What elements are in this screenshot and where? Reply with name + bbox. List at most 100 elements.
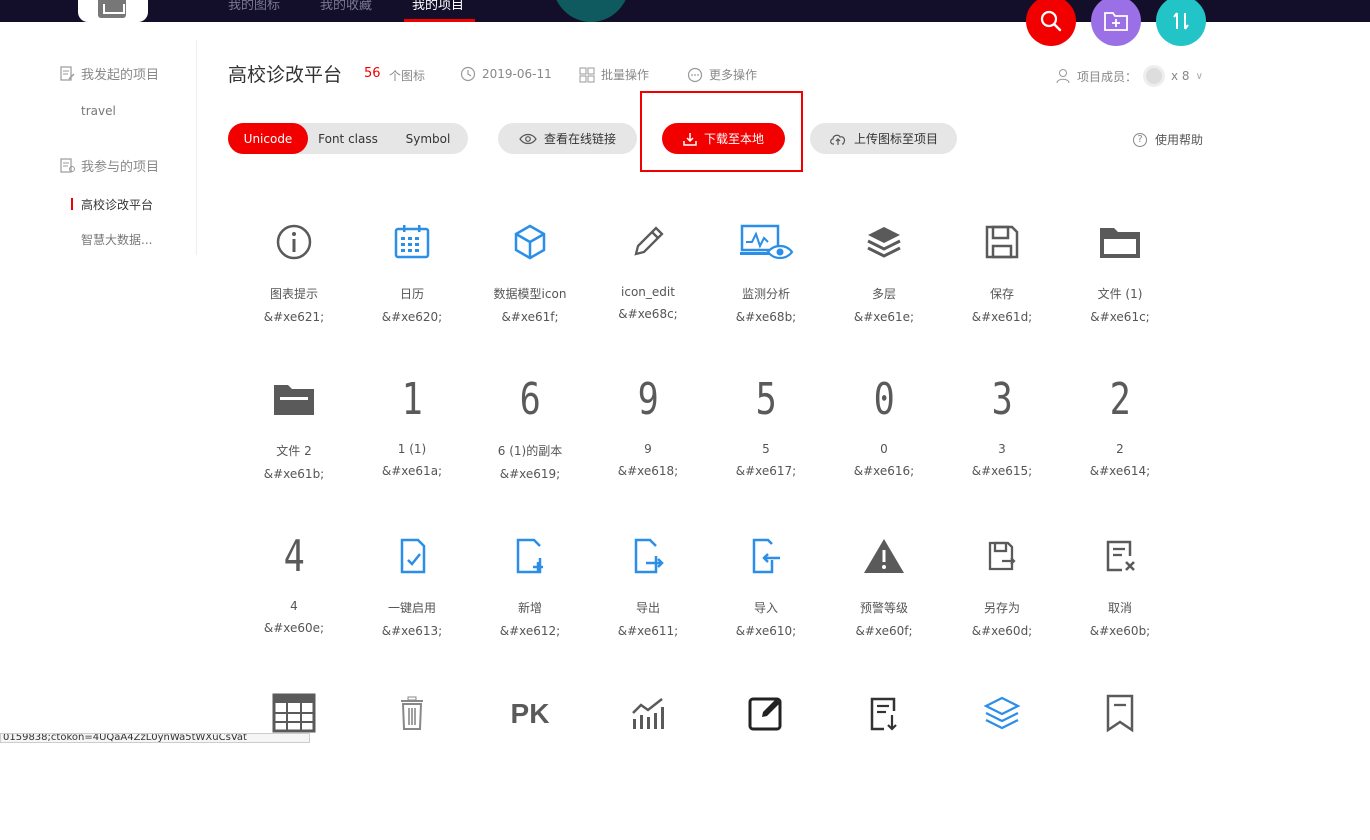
project-members[interactable]: 项目成员： x 8 ∨ <box>1055 65 1203 87</box>
folder-plus-icon <box>1104 12 1128 31</box>
icon-code: &#xe617; <box>735 464 797 478</box>
icon-name: 4 <box>290 599 298 613</box>
batch-operations-button[interactable]: 批量操作 <box>579 66 649 83</box>
icon-card[interactable]: 6 6 (1)的副本 &#xe619; <box>471 369 589 526</box>
icon-card[interactable]: 0 0 &#xe616; <box>825 369 943 526</box>
icon-code: &#xe60e; <box>263 621 325 635</box>
icon-card[interactable] <box>235 683 353 840</box>
digit-glyph: 2 <box>1109 373 1131 425</box>
icon-code: &#xe616; <box>853 464 915 478</box>
tab-symbol[interactable]: Symbol <box>388 123 468 154</box>
chevron-down-icon[interactable]: ∨ <box>1196 71 1203 82</box>
icon-card[interactable]: 文件 (1) &#xe61c; <box>1061 212 1179 369</box>
icon-code: &#xe60b; <box>1089 624 1151 638</box>
stack-icon <box>972 683 1032 743</box>
icon-card[interactable]: icon_edit &#xe68c; <box>589 212 707 369</box>
save-as-icon <box>972 526 1032 586</box>
document-edit-icon <box>60 66 75 81</box>
icon-name: 导出 <box>635 601 660 615</box>
digit-glyph: 5 <box>755 373 777 425</box>
icon-name: 日历 <box>399 287 424 301</box>
icon-card[interactable]: 保存 &#xe61d; <box>943 212 1061 369</box>
icon-card[interactable]: 4 4 &#xe60e; <box>235 526 353 683</box>
sidebar-section-initiated: 我发起的项目 <box>60 64 159 83</box>
sidebar-item-current-project[interactable]: 高校诊改平台 <box>81 196 153 213</box>
icon-name: 预警等级 <box>859 601 908 615</box>
highlight-annotation-box <box>640 91 803 172</box>
sidebar-item-travel[interactable]: travel <box>81 104 116 118</box>
icon-card[interactable]: 图表提示 &#xe621; <box>235 212 353 369</box>
nav-my-projects[interactable]: 我的项目 <box>412 0 464 13</box>
pk-icon: PK <box>500 683 560 743</box>
icon-card[interactable]: 9 9 &#xe618; <box>589 369 707 526</box>
chart-trend-icon <box>618 683 678 743</box>
icon-card[interactable]: 多层 &#xe61e; <box>825 212 943 369</box>
sidebar-active-marker <box>71 198 73 210</box>
icon-card[interactable]: 监测分析 &#xe68b; <box>707 212 825 369</box>
avatar <box>1143 65 1166 87</box>
icon-card[interactable]: 另存为 &#xe60d; <box>943 526 1061 683</box>
icon-card[interactable]: 日历 &#xe620; <box>353 212 471 369</box>
icon-code: &#xe613; <box>381 624 443 638</box>
icon-card[interactable]: 预警等级 &#xe60f; <box>825 526 943 683</box>
nav-my-icons[interactable]: 我的图标 <box>228 0 280 13</box>
icon-name: 1 (1) <box>397 442 427 456</box>
icon-card[interactable] <box>943 683 1061 840</box>
grid-batch-icon <box>579 67 595 82</box>
icon-code: &#xe60f; <box>855 624 913 638</box>
pencil-icon <box>618 212 678 272</box>
icon-name: 新增 <box>517 601 542 615</box>
calendar-icon <box>382 212 442 272</box>
icon-card[interactable]: PK <box>471 683 589 840</box>
digit-glyph: 6 <box>519 373 541 425</box>
view-online-link-button[interactable]: 查看在线链接 <box>498 123 637 154</box>
icon-name: 监测分析 <box>741 287 790 301</box>
sidebar-item-smart-data[interactable]: 智慧大数据... <box>81 231 152 248</box>
nav-my-favorites[interactable]: 我的收藏 <box>320 0 372 13</box>
sidebar-section-label: 我参与的项目 <box>81 160 160 175</box>
folder-filled-icon <box>264 369 324 429</box>
icon-card[interactable] <box>353 683 471 840</box>
icon-card[interactable]: 文件 2 &#xe61b; <box>235 369 353 526</box>
digit-1-icon: 1 <box>382 369 442 429</box>
icon-code: &#xe610; <box>735 624 797 638</box>
search-button[interactable] <box>1026 0 1076 46</box>
icon-card[interactable]: 导出 &#xe611; <box>589 526 707 683</box>
icon-card[interactable]: 3 3 &#xe615; <box>943 369 1061 526</box>
icon-card[interactable]: 一键启用 &#xe613; <box>353 526 471 683</box>
sort-button[interactable] <box>1156 0 1206 46</box>
icon-name: 6 (1)的副本 <box>497 444 563 458</box>
help-link[interactable]: ? 使用帮助 <box>1133 131 1203 148</box>
eye-icon <box>519 133 537 144</box>
icon-card[interactable]: 新增 &#xe612; <box>471 526 589 683</box>
icon-card[interactable]: 数据模型icon &#xe61f; <box>471 212 589 369</box>
project-date: 2019-06-11 <box>460 66 552 82</box>
icon-code: &#xe61b; <box>263 467 325 481</box>
icon-code: &#xe612; <box>499 624 561 638</box>
icon-card[interactable]: 取消 &#xe60b; <box>1061 526 1179 683</box>
upload-icons-button[interactable]: 上传图标至项目 <box>810 123 957 154</box>
new-project-button[interactable] <box>1091 0 1141 46</box>
icon-card[interactable] <box>1061 683 1179 840</box>
view-online-link-label: 查看在线链接 <box>543 132 616 146</box>
digit-3-icon: 3 <box>972 369 1032 429</box>
icon-card[interactable]: 2 2 &#xe614; <box>1061 369 1179 526</box>
icon-card[interactable]: 5 5 &#xe617; <box>707 369 825 526</box>
icon-code: &#xe615; <box>971 464 1033 478</box>
more-operations-button[interactable]: 更多操作 <box>687 66 757 83</box>
cube-icon <box>500 212 560 272</box>
digit-glyph: 9 <box>637 373 659 425</box>
digit-9-icon: 9 <box>618 369 678 429</box>
icon-card[interactable] <box>825 683 943 840</box>
layers-icon <box>854 212 914 272</box>
icon-name: 5 <box>762 442 770 456</box>
members-label: 项目成员： <box>1077 69 1138 84</box>
icon-card[interactable]: 导入 &#xe610; <box>707 526 825 683</box>
icon-card[interactable] <box>589 683 707 840</box>
icon-card[interactable]: 1 1 (1) &#xe61a; <box>353 369 471 526</box>
tab-font-class[interactable]: Font class <box>308 123 388 154</box>
info-circle-icon <box>264 212 324 272</box>
icon-code: &#xe61c; <box>1090 310 1150 324</box>
icon-card[interactable] <box>707 683 825 840</box>
tab-unicode[interactable]: Unicode <box>228 123 308 154</box>
